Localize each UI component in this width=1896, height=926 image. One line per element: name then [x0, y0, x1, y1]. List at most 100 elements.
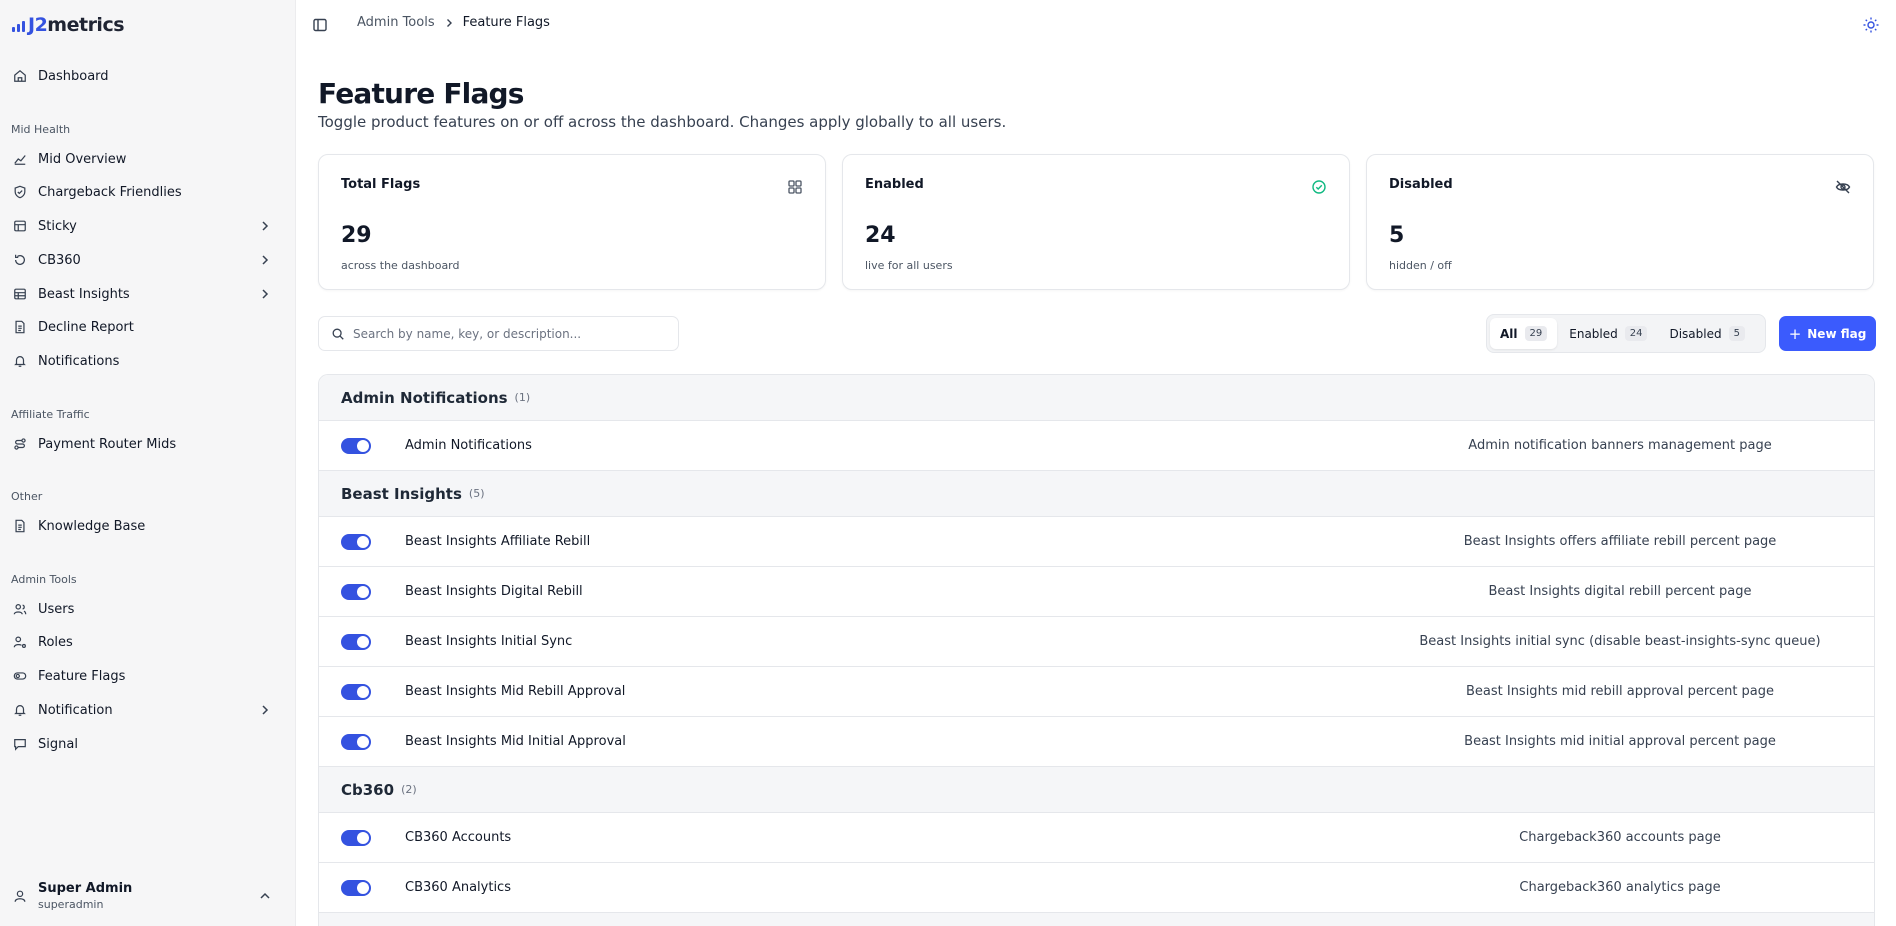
section-mid-health: Mid Health	[11, 123, 71, 136]
flag-description: Beast Insights initial sync (disable bea…	[1419, 634, 1821, 649]
sidebar-item-label: Mid Overview	[38, 151, 127, 167]
eye-off-icon	[1835, 180, 1851, 194]
stat-card-total: Total Flags 29 across the dashboard	[318, 154, 826, 290]
flag-name: Admin Notifications	[405, 438, 532, 453]
sidebar-item-users[interactable]: Users	[6, 594, 284, 624]
sidebar-item-beast-insights[interactable]: Beast Insights	[6, 279, 284, 309]
sidebar-item-label: Dashboard	[38, 68, 109, 84]
sidebar-item-label: Roles	[38, 634, 73, 650]
sidebar-item-mid-overview[interactable]: Mid Overview	[6, 144, 284, 174]
group-name: Cb360	[341, 780, 395, 799]
user-menu[interactable]: Super Admin superadmin	[6, 874, 284, 918]
message-square-icon	[12, 736, 28, 752]
sidebar-item-dashboard[interactable]: Dashboard	[6, 61, 284, 91]
filter-label: All	[1500, 326, 1518, 341]
flag-toggle[interactable]	[341, 584, 371, 600]
breadcrumb-parent[interactable]: Admin Tools	[357, 15, 435, 30]
group-count: (2)	[401, 783, 417, 796]
flag-name: Beast Insights Mid Initial Approval	[405, 734, 626, 749]
sidebar-item-label: Signal	[38, 736, 78, 752]
flag-description: Chargeback360 accounts page	[1519, 830, 1721, 845]
shield-icon	[12, 184, 28, 200]
stat-sub: across the dashboard	[341, 259, 460, 272]
toggle-icon	[12, 668, 28, 684]
search-box[interactable]	[318, 316, 679, 351]
sidebar-item-label: Beast Insights	[38, 286, 130, 302]
flag-row: Beast Insights Digital Rebill Beast Insi…	[319, 567, 1874, 617]
flag-toggle[interactable]	[341, 534, 371, 550]
flag-toggle[interactable]	[341, 438, 371, 454]
users-icon	[12, 601, 28, 617]
bell-icon	[12, 353, 28, 369]
sidebar-item-label: Users	[38, 601, 75, 617]
sidebar-item-payment-router-mids[interactable]: Payment Router Mids	[6, 429, 284, 459]
section-affiliate-traffic: Affiliate Traffic	[11, 408, 90, 421]
group-count: (1)	[514, 391, 531, 404]
sidebar-item-signal[interactable]: Signal	[6, 729, 284, 759]
flag-description: Beast Insights digital rebill percent pa…	[1488, 584, 1752, 599]
new-flag-button[interactable]: + New flag	[1779, 316, 1876, 351]
section-admin-tools: Admin Tools	[11, 573, 77, 586]
flag-description: Admin notification banners management pa…	[1468, 438, 1772, 453]
flag-row: CB360 Accounts Chargeback360 accounts pa…	[319, 813, 1874, 863]
sidebar-item-label: CB360	[38, 252, 81, 268]
sidebar-item-label: Knowledge Base	[38, 518, 146, 534]
flag-row: Beast Insights Mid Rebill Approval Beast…	[319, 667, 1874, 717]
flag-toggle[interactable]	[341, 880, 371, 896]
filter-disabled[interactable]: Disabled 5	[1659, 318, 1755, 349]
group-header	[319, 913, 1874, 926]
user-name: Super Admin	[38, 881, 133, 896]
logo-bars-icon	[12, 18, 25, 32]
new-flag-label: New flag	[1807, 326, 1867, 341]
plus-icon: +	[1788, 324, 1802, 343]
sidebar-item-label: Chargeback Friendlies	[38, 184, 182, 200]
flag-row: Admin Notifications Admin notification b…	[319, 421, 1874, 471]
brand-logo[interactable]: J2metrics	[12, 14, 125, 36]
sidebar-item-roles[interactable]: Roles	[6, 627, 284, 657]
flag-toggle[interactable]	[341, 634, 371, 650]
filter-label: Disabled	[1669, 326, 1722, 341]
stat-card-enabled: Enabled 24 live for all users	[842, 154, 1350, 290]
sidebar-item-chargeback-friendlies[interactable]: Chargeback Friendlies	[6, 177, 284, 207]
flag-description: Chargeback360 analytics page	[1519, 880, 1721, 895]
sidebar-item-label: Payment Router Mids	[38, 436, 177, 452]
breadcrumb-current: Feature Flags	[462, 15, 550, 30]
flag-description: Beast Insights mid rebill approval perce…	[1465, 684, 1775, 699]
flag-toggle[interactable]	[341, 830, 371, 846]
stat-title: Enabled	[865, 177, 924, 192]
flag-toggle[interactable]	[341, 684, 371, 700]
sidebar-item-label: Feature Flags	[38, 668, 126, 684]
filter-count: 29	[1524, 326, 1548, 341]
flag-description: Beast Insights offers affiliate rebill p…	[1463, 534, 1777, 549]
stat-sub: hidden / off	[1389, 259, 1452, 272]
sidebar-item-knowledge-base[interactable]: Knowledge Base	[6, 511, 284, 541]
stat-card-disabled: Disabled 5 hidden / off	[1366, 154, 1874, 290]
sidebar-item-label: Notification	[38, 702, 113, 718]
sidebar-item-label: Sticky	[38, 218, 77, 234]
group-header: Admin Notifications (1)	[319, 375, 1874, 421]
flag-row: Beast Insights Mid Initial Approval Beas…	[319, 717, 1874, 767]
group-name: Beast Insights	[341, 484, 462, 503]
sidebar-item-cb360[interactable]: CB360	[6, 245, 284, 275]
sidebar-toggle-icon[interactable]	[312, 17, 328, 33]
user-cog-icon	[12, 634, 28, 650]
bell-icon	[12, 702, 28, 718]
search-input[interactable]	[353, 326, 653, 341]
flag-name: CB360 Accounts	[405, 830, 512, 845]
filter-count: 24	[1624, 326, 1648, 341]
flag-toggle[interactable]	[341, 734, 371, 750]
sidebar-item-decline-report[interactable]: Decline Report	[6, 312, 284, 342]
chevron-right-icon	[446, 18, 452, 27]
sidebar-item-feature-flags[interactable]: Feature Flags	[6, 661, 284, 691]
section-other: Other	[11, 490, 43, 503]
sidebar-item-notifications[interactable]: Notifications	[6, 346, 284, 376]
table-icon	[12, 218, 28, 234]
filter-enabled[interactable]: Enabled 24	[1559, 318, 1657, 349]
filter-all[interactable]: All 29	[1490, 318, 1558, 349]
sun-icon[interactable]	[1862, 16, 1880, 34]
refresh-icon	[12, 252, 28, 268]
file-text-icon	[12, 518, 28, 534]
flag-name: Beast Insights Affiliate Rebill	[405, 534, 591, 549]
sidebar-item-sticky[interactable]: Sticky	[6, 211, 284, 241]
sidebar-item-notification[interactable]: Notification	[6, 695, 284, 725]
